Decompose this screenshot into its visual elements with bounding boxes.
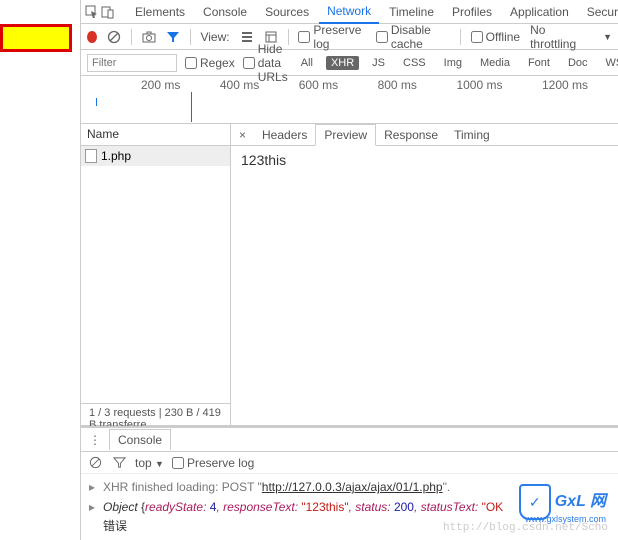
regex-checkbox[interactable]: Regex xyxy=(185,56,235,70)
filter-icon[interactable] xyxy=(166,29,180,45)
name-header[interactable]: Name xyxy=(81,124,230,146)
view-label: View: xyxy=(200,30,229,44)
tab-security[interactable]: Security xyxy=(579,1,618,23)
detail-tab-headers[interactable]: Headers xyxy=(254,125,315,145)
throttling-select[interactable]: No throttling xyxy=(530,23,583,51)
console-preserve-checkbox[interactable]: Preserve log xyxy=(172,456,254,470)
timeline-bar xyxy=(96,98,97,106)
tab-sources[interactable]: Sources xyxy=(257,1,317,23)
tab-timeline[interactable]: Timeline xyxy=(381,1,442,23)
highlight-box xyxy=(0,24,72,52)
detail-tab-preview[interactable]: Preview xyxy=(315,124,376,146)
filter-font[interactable]: Font xyxy=(523,56,555,70)
filter-all[interactable]: All xyxy=(296,56,318,70)
tab-network[interactable]: Network xyxy=(319,0,379,24)
preserve-log-checkbox[interactable]: Preserve log xyxy=(298,23,365,51)
requests-list: Name 1.php 1 / 3 requests | 230 B / 419 … xyxy=(81,124,231,425)
close-icon[interactable]: × xyxy=(231,128,254,142)
preview-content: 123this xyxy=(231,146,618,425)
request-detail: × Headers Preview Response Timing 123thi… xyxy=(231,124,618,425)
request-row[interactable]: 1.php xyxy=(81,146,230,166)
timeline-marker xyxy=(191,92,192,122)
filter-bar: Regex Hide data URLs All XHR JS CSS Img … xyxy=(81,50,618,76)
separator xyxy=(131,29,132,45)
detail-tabs: × Headers Preview Response Timing xyxy=(231,124,618,146)
expand-icon[interactable]: ▸ xyxy=(89,478,99,497)
filter-ws[interactable]: WS xyxy=(601,56,618,70)
filter-media[interactable]: Media xyxy=(475,56,515,70)
network-toolbar: View: Preserve log Disable cache Offline… xyxy=(81,24,618,50)
expand-icon[interactable]: ▸ xyxy=(89,498,99,517)
console-drawer: ⋮ Console top ▼ Preserve log ▸ XHR finis… xyxy=(81,426,618,540)
separator xyxy=(460,29,461,45)
tab-elements[interactable]: Elements xyxy=(127,1,193,23)
tab-application[interactable]: Application xyxy=(502,1,577,23)
console-output: ▸ XHR finished loading: POST "http://127… xyxy=(81,474,618,540)
capture-icon[interactable] xyxy=(142,29,156,45)
requests-status: 1 / 3 requests | 230 B / 419 B transferr… xyxy=(81,403,230,425)
network-content: Name 1.php 1 / 3 requests | 230 B / 419 … xyxy=(81,124,618,426)
offline-checkbox[interactable]: Offline xyxy=(471,30,520,44)
time-tick: 1200 ms xyxy=(542,78,588,92)
dropdown-icon[interactable]: ▼ xyxy=(603,32,612,42)
filter-input[interactable] xyxy=(87,54,177,72)
console-toolbar: top ▼ Preserve log xyxy=(81,452,618,474)
tab-profiles[interactable]: Profiles xyxy=(444,1,500,23)
url-link[interactable]: http://127.0.0.3/ajax/ajax/01/1.php xyxy=(262,480,443,494)
drawer-tab-console[interactable]: Console xyxy=(109,429,171,450)
disable-cache-checkbox[interactable]: Disable cache xyxy=(376,23,450,51)
filter-doc[interactable]: Doc xyxy=(563,56,593,70)
filter-img[interactable]: Img xyxy=(439,56,467,70)
filter-console-icon[interactable] xyxy=(111,455,127,471)
waterfall-timeline[interactable]: 200 ms 400 ms 600 ms 800 ms 1000 ms 1200… xyxy=(81,76,618,124)
devtools-panel: Elements Console Sources Network Timelin… xyxy=(80,0,618,540)
detail-tab-timing[interactable]: Timing xyxy=(446,125,498,145)
drawer-menu-icon[interactable]: ⋮ xyxy=(87,432,103,448)
request-name: 1.php xyxy=(101,149,131,163)
device-icon[interactable] xyxy=(101,4,115,20)
clear-console-icon[interactable] xyxy=(87,455,103,471)
record-icon[interactable] xyxy=(87,31,97,43)
time-tick: 600 ms xyxy=(299,78,338,92)
watermark: http://blog.csdn.net/Scho xyxy=(443,520,608,538)
filter-js[interactable]: JS xyxy=(367,56,390,70)
time-tick: 400 ms xyxy=(220,78,259,92)
separator xyxy=(190,29,191,45)
inspect-icon[interactable] xyxy=(85,4,99,20)
context-select[interactable]: top ▼ xyxy=(135,456,164,470)
clear-icon[interactable] xyxy=(107,29,121,45)
time-tick: 1000 ms xyxy=(456,78,502,92)
filter-css[interactable]: CSS xyxy=(398,56,431,70)
detail-tab-response[interactable]: Response xyxy=(376,125,446,145)
separator xyxy=(288,29,289,45)
main-tab-bar: Elements Console Sources Network Timelin… xyxy=(81,0,618,24)
gxl-logo: ✓ GxL 网www.gxlsystem.com xyxy=(519,484,606,520)
filter-xhr[interactable]: XHR xyxy=(326,56,359,70)
tab-console[interactable]: Console xyxy=(195,1,255,23)
file-icon xyxy=(85,149,97,163)
time-tick: 800 ms xyxy=(378,78,417,92)
time-tick: 200 ms xyxy=(141,78,180,92)
